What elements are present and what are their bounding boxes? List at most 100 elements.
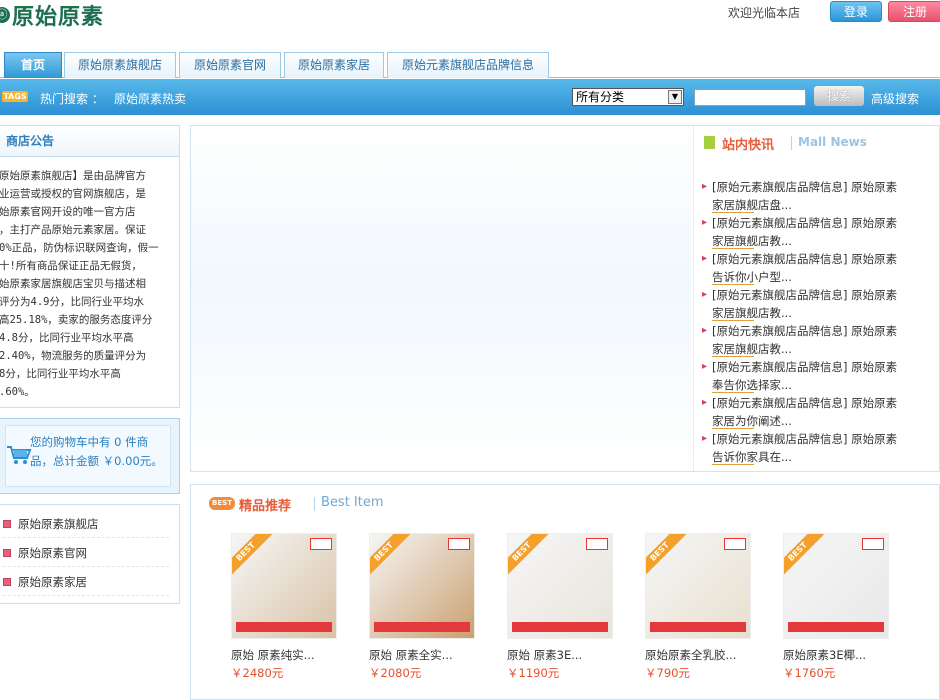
news-title-cn: 站内快讯 bbox=[722, 138, 775, 153]
divider bbox=[314, 497, 315, 511]
underline bbox=[712, 320, 754, 321]
product-card[interactable]: BEST 原始 原素3E... ￥1190元 bbox=[507, 533, 613, 700]
product-name[interactable]: 原始原素全乳胶... bbox=[645, 647, 751, 663]
news-item-line2-wrap: 家居旗舰店盘... bbox=[712, 196, 930, 214]
notice-title: 商店公告 bbox=[0, 126, 179, 157]
news-header: 站内快讯 Mall News bbox=[704, 134, 934, 154]
bullet-arrow-icon: ▸ bbox=[702, 325, 708, 336]
news-item[interactable]: ▸ [原始元素旗舰店品牌信息] 原始原素 家居旗舰店教... bbox=[702, 214, 930, 250]
link-label: 原始原素官网 bbox=[18, 546, 87, 560]
promo-tag-icon bbox=[724, 538, 746, 550]
best-ribbon: BEST bbox=[646, 534, 687, 579]
promo-bar bbox=[512, 622, 608, 632]
tab-official-site[interactable]: 原始原素官网 bbox=[179, 52, 281, 78]
news-item[interactable]: ▸ [原始元素旗舰店品牌信息] 原始原素 奉告你选择家... bbox=[702, 358, 930, 394]
news-item[interactable]: ▸ [原始元素旗舰店品牌信息] 原始原素 家居旗舰店教... bbox=[702, 322, 930, 358]
news-item[interactable]: ▸ [原始元素旗舰店品牌信息] 原始原素 告诉你小户型... bbox=[702, 250, 930, 286]
product-image[interactable]: BEST bbox=[783, 533, 889, 639]
search-input[interactable] bbox=[694, 89, 806, 106]
news-item[interactable]: ▸ [原始元素旗舰店品牌信息] 原始原素 家居旗舰店盘... bbox=[702, 178, 930, 214]
tab-flagship-store[interactable]: 原始原素旗舰店 bbox=[64, 52, 176, 78]
chevron-down-icon[interactable]: ▼ bbox=[668, 90, 682, 104]
news-item-line1: [原始元素旗舰店品牌信息] 原始原素 bbox=[712, 288, 898, 302]
underline bbox=[712, 428, 754, 429]
product-name[interactable]: 原始原素3E椰... bbox=[783, 647, 889, 663]
recommended-title-cn: 精品推荐 bbox=[239, 499, 292, 514]
news-item-line2-wrap: 奉告你选择家... bbox=[712, 376, 930, 394]
news-item[interactable]: ▸ [原始元素旗舰店品牌信息] 原始原素 家居旗舰店教... bbox=[702, 286, 930, 322]
bullet-arrow-icon: ▸ bbox=[702, 433, 708, 444]
tab-home[interactable]: 首页 bbox=[4, 52, 62, 78]
link-home-furnishing[interactable]: 原始原素家居 bbox=[3, 568, 169, 596]
bullet-arrow-icon: ▸ bbox=[702, 217, 708, 228]
underline bbox=[712, 212, 754, 213]
search-button[interactable]: 搜索 bbox=[814, 86, 864, 106]
news-item[interactable]: ▸ [原始元素旗舰店品牌信息] 原始原素 家居为你阐述... bbox=[702, 394, 930, 430]
product-price: ￥1760元 bbox=[783, 666, 836, 680]
banner-slideshow[interactable] bbox=[191, 126, 691, 471]
store-logo[interactable]: ⓐ 原始原素 bbox=[0, 0, 104, 30]
news-item-line2-wrap: 告诉你家具在... bbox=[712, 448, 930, 466]
logo-text: 原始原素 bbox=[12, 4, 105, 30]
cart-summary: 您的购物车中有 0 件商品，总计金额 ￥0.00元。 bbox=[0, 418, 180, 494]
cart-text[interactable]: 您的购物车中有 0 件商品，总计金额 ￥0.00元。 bbox=[30, 433, 170, 471]
news-item-line2: 家居旗舰店教... bbox=[712, 234, 792, 248]
news-item-line2-wrap: 家居旗舰店教... bbox=[712, 340, 930, 358]
bullet-arrow-icon: ▸ bbox=[702, 289, 708, 300]
search-bar: TAGS 热门搜索 ： 原始原素热卖 所有分类 ▼ 搜索 高级搜索 bbox=[0, 79, 940, 115]
product-image[interactable]: BEST bbox=[369, 533, 475, 639]
bullet-arrow-icon: ▸ bbox=[702, 361, 708, 372]
product-image[interactable]: BEST bbox=[231, 533, 337, 639]
product-price: ￥1190元 bbox=[507, 666, 560, 680]
login-button[interactable]: 登录 bbox=[830, 1, 882, 22]
news-title-en: Mall News bbox=[798, 135, 867, 149]
link-flagship-store[interactable]: 原始原素旗舰店 bbox=[3, 510, 169, 538]
underline bbox=[712, 392, 754, 393]
news-item-line2: 奉告你选择家... bbox=[712, 378, 792, 392]
promo-bar bbox=[236, 622, 332, 632]
promo-bar bbox=[374, 622, 470, 632]
product-card[interactable]: BEST 原始 原素纯实... ￥2480元 bbox=[231, 533, 337, 700]
news-item-line1: [原始元素旗舰店品牌信息] 原始原素 bbox=[712, 180, 898, 194]
notice-text: 原始原素旗舰店】是由品牌官方 业运营或授权的官网旗舰店，是 始原素官网开设的唯一… bbox=[0, 170, 159, 398]
promo-tag-icon bbox=[586, 538, 608, 550]
product-price: ￥2080元 bbox=[369, 666, 422, 680]
product-card[interactable]: BEST 原始原素3E椰... ￥1760元 bbox=[783, 533, 889, 700]
tab-home-furnishing[interactable]: 原始原素家居 bbox=[284, 52, 384, 78]
bullet-square-icon bbox=[3, 578, 11, 586]
product-name[interactable]: 原始 原素3E... bbox=[507, 647, 613, 663]
register-button[interactable]: 注册 bbox=[888, 1, 940, 22]
product-card[interactable]: BEST 原始原素全乳胶... ￥790元 bbox=[645, 533, 751, 700]
tab-brand-info[interactable]: 原始元素旗舰店品牌信息 bbox=[387, 52, 549, 78]
news-item[interactable]: ▸ [原始元素旗舰店品牌信息] 原始原素 告诉你家具在... bbox=[702, 430, 930, 466]
product-name[interactable]: 原始 原素纯实... bbox=[231, 647, 337, 663]
best-ribbon: BEST bbox=[232, 534, 273, 579]
news-item-line2-wrap: 家居为你阐述... bbox=[712, 412, 930, 430]
promo-tag-icon bbox=[310, 538, 332, 550]
product-price: ￥2480元 bbox=[231, 666, 284, 680]
news-item-line2-wrap: 家居旗舰店教... bbox=[712, 232, 930, 250]
news-item-line2: 家居旗舰店盘... bbox=[712, 198, 792, 212]
promo-bar bbox=[650, 622, 746, 632]
product-name[interactable]: 原始 原素全实... bbox=[369, 647, 475, 663]
best-ribbon: BEST bbox=[370, 534, 411, 579]
hot-search-link[interactable]: 原始原素热卖 bbox=[114, 90, 186, 107]
underline bbox=[712, 464, 754, 465]
hot-search-label: 热门搜索 ： bbox=[40, 92, 104, 106]
product-card[interactable]: BEST 原始 原素全实... ￥2080元 bbox=[369, 533, 475, 700]
best-badge: BEST bbox=[209, 497, 235, 510]
promo-bar bbox=[788, 622, 884, 632]
product-image[interactable]: BEST bbox=[645, 533, 751, 639]
link-official-site[interactable]: 原始原素官网 bbox=[3, 539, 169, 567]
advanced-search-link[interactable]: 高级搜索 bbox=[871, 90, 919, 107]
category-select[interactable]: 所有分类 ▼ bbox=[572, 88, 684, 106]
news-item-line2: 家居旗舰店教... bbox=[712, 342, 792, 356]
shopping-cart-icon[interactable] bbox=[6, 444, 32, 466]
product-image[interactable]: BEST bbox=[507, 533, 613, 639]
welcome-text: 欢迎光临本店 bbox=[728, 6, 801, 20]
best-ribbon: BEST bbox=[784, 534, 825, 579]
news-item-line2: 家居为你阐述... bbox=[712, 414, 792, 428]
logo-mark-icon: ⓐ bbox=[0, 7, 10, 23]
bullet-square-icon bbox=[3, 520, 11, 528]
recommended-title-en: Best Item bbox=[321, 495, 384, 510]
